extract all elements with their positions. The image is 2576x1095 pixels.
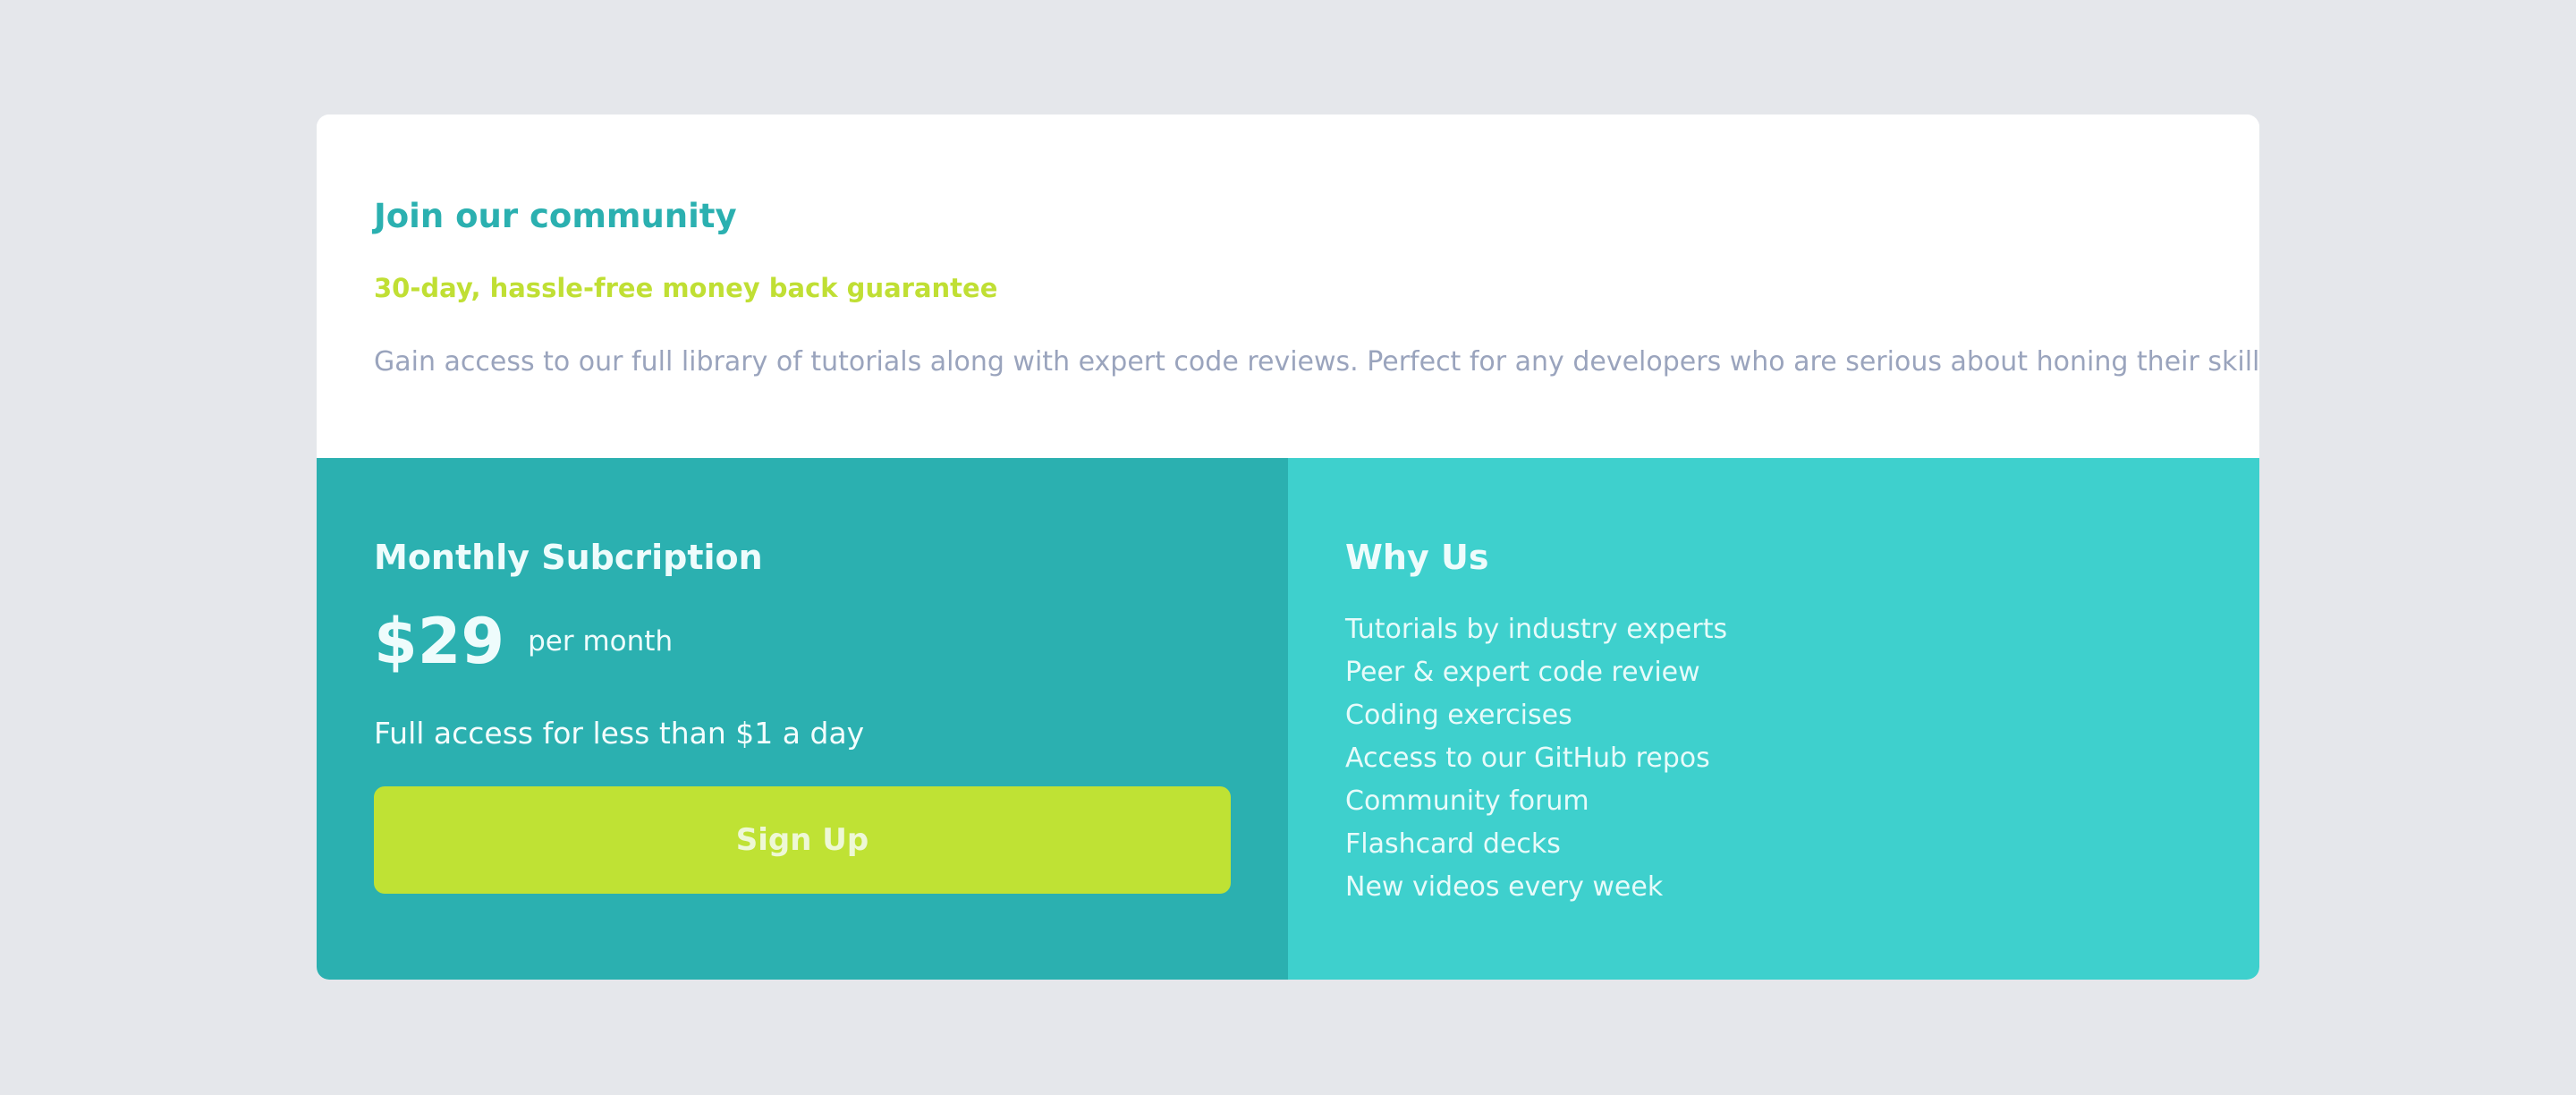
pricing-card: Join our community 30-day, hassle-free m… xyxy=(317,115,2259,980)
why-us-section: Why Us Tutorials by industry experts Pee… xyxy=(1288,458,2259,980)
sign-up-button[interactable]: Sign Up xyxy=(374,786,1231,894)
list-item: New videos every week xyxy=(1345,871,1664,903)
price-period: per month xyxy=(528,625,674,658)
subscription-title: Monthly Subcription xyxy=(374,538,763,577)
list-item: Coding exercises xyxy=(1345,700,1572,731)
list-item: Flashcard decks xyxy=(1345,828,1561,860)
why-us-title: Why Us xyxy=(1345,538,1489,577)
guarantee-text: 30-day, hassle-free money back guarantee xyxy=(374,273,998,303)
community-section: Join our community 30-day, hassle-free m… xyxy=(317,115,2259,458)
description-text: Gain access to our full library of tutor… xyxy=(374,346,2259,378)
list-item: Peer & expert code review xyxy=(1345,657,1700,688)
subscription-tagline: Full access for less than $1 a day xyxy=(374,716,865,751)
list-item: Community forum xyxy=(1345,785,1589,817)
list-item: Tutorials by industry experts xyxy=(1345,614,1728,645)
subscription-section: Monthly Subcription $29 per month Full a… xyxy=(317,458,1288,980)
price-row: $29 per month xyxy=(374,601,673,682)
list-item: Access to our GitHub repos xyxy=(1345,743,1710,774)
price-value: $29 xyxy=(374,605,505,678)
page-title: Join our community xyxy=(374,197,737,235)
why-us-list: Tutorials by industry experts Peer & exp… xyxy=(1345,608,1727,909)
